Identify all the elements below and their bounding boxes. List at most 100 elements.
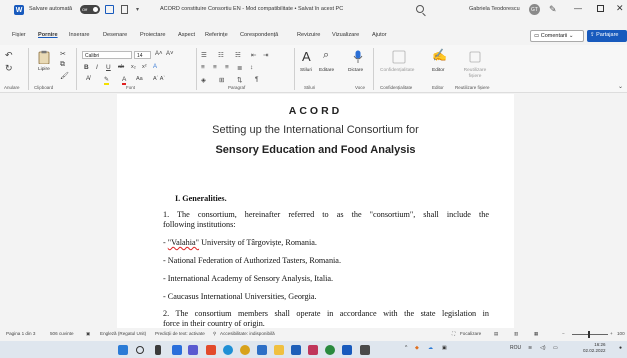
customize-toolbar-chevron-icon[interactable]: ▾ — [136, 6, 139, 13]
read-mode-icon[interactable]: ▤ — [494, 331, 498, 337]
paste-icon[interactable] — [37, 50, 51, 64]
notifications-icon[interactable]: ● — [619, 345, 622, 351]
zoom-slider-thumb[interactable] — [588, 331, 590, 338]
align-left-icon[interactable]: ≡ — [201, 64, 205, 71]
tab-draw[interactable]: Desenare — [103, 32, 127, 38]
italic-icon[interactable]: I — [96, 64, 98, 71]
search-icon[interactable] — [136, 346, 144, 354]
font-color-icon[interactable]: A — [122, 76, 127, 85]
tab-file[interactable]: Fișier — [12, 32, 26, 38]
comments-button[interactable]: ▭ Comentarii ⌄ — [530, 30, 584, 42]
document-canvas[interactable]: ACORD Setting up the International Conso… — [0, 94, 627, 328]
onedrive-icon[interactable]: ☁ — [428, 345, 433, 351]
tab-insert[interactable]: Inserare — [69, 32, 90, 38]
paint-icon[interactable] — [308, 345, 318, 355]
print-layout-icon[interactable]: ▥ — [514, 331, 518, 337]
page-count[interactable]: Pagina 1 din 3 — [6, 331, 35, 336]
avatar[interactable]: GT — [529, 4, 540, 15]
format-painter-icon[interactable]: 🖌 — [60, 72, 69, 80]
web-layout-icon[interactable]: ▦ — [534, 331, 538, 337]
office-icon[interactable] — [206, 345, 216, 355]
text-predictions-status[interactable]: Predicții de text: activate — [155, 331, 205, 336]
strikethrough-icon[interactable]: ab — [118, 64, 124, 70]
task-view-icon[interactable] — [155, 345, 161, 355]
find-icon[interactable]: ⌕ — [323, 49, 329, 62]
multilevel-list-icon[interactable]: ☵ — [235, 51, 241, 59]
teams-tray-icon[interactable]: ▣ — [442, 345, 447, 351]
sort-icon[interactable]: ⇅ — [237, 76, 242, 84]
superscript-icon[interactable]: x² — [142, 64, 147, 70]
font-size-select[interactable]: 14 — [134, 51, 151, 59]
tab-review[interactable]: Revizuire — [297, 32, 320, 38]
user-name[interactable]: Gabriela Teodorescu — [469, 6, 520, 12]
increase-indent-icon[interactable]: ⇥ — [263, 51, 268, 59]
tab-design[interactable]: Proiectare — [140, 32, 166, 38]
copy-icon[interactable]: ⧉ — [60, 61, 65, 69]
subscript-icon[interactable]: x₂ — [131, 64, 136, 70]
borders-icon[interactable]: ⊞ — [219, 76, 224, 84]
shrink-font-icon[interactable]: A˅ — [166, 51, 174, 57]
text-effects-icon[interactable]: A — [153, 64, 157, 70]
highlight-icon[interactable]: ✎ — [104, 76, 110, 85]
tab-layout[interactable]: Aspect — [178, 32, 195, 38]
tray-app-icon[interactable]: ◆ — [415, 345, 419, 351]
tab-help[interactable]: Ajutor — [372, 32, 387, 38]
browser-icon[interactable] — [325, 345, 335, 355]
document-page[interactable]: ACORD Setting up the International Conso… — [117, 94, 514, 328]
tab-references[interactable]: Referințe — [205, 32, 228, 38]
zoom-level[interactable]: 100 — [617, 331, 625, 336]
focus-button[interactable]: Focalizare — [460, 331, 481, 336]
redo-icon[interactable]: ↻ — [5, 63, 13, 74]
clock[interactable]: 16:26 02.02.2022 — [583, 342, 606, 354]
wifi-icon[interactable]: ≋ — [528, 345, 532, 351]
clear-formatting-icon[interactable]: A̸ — [86, 76, 90, 82]
search-icon[interactable] — [416, 5, 424, 13]
chrome-icon[interactable] — [240, 345, 250, 355]
tab-mailings[interactable]: Corespondență — [240, 32, 278, 38]
align-right-icon[interactable]: ≡ — [225, 64, 229, 71]
battery-icon[interactable]: ▭ — [553, 345, 558, 351]
calendar-icon[interactable] — [257, 345, 267, 355]
tab-view[interactable]: Vizualizare — [332, 32, 359, 38]
font-size-adjust-icon[interactable]: A´ A` — [153, 76, 165, 82]
zoom-out-icon[interactable]: − — [562, 331, 565, 336]
microphone-icon[interactable] — [351, 50, 365, 64]
justify-icon[interactable]: ≣ — [237, 64, 242, 72]
change-case-icon[interactable]: Aa — [136, 76, 143, 82]
align-center-icon[interactable]: ≡ — [213, 64, 217, 71]
app-icon[interactable] — [360, 345, 370, 355]
zoom-slider[interactable] — [572, 334, 608, 335]
underline-icon[interactable]: U — [106, 64, 111, 71]
styles-icon[interactable]: A — [302, 49, 311, 64]
edge-icon[interactable] — [223, 345, 233, 355]
word-taskbar-icon[interactable] — [342, 345, 352, 355]
volume-icon[interactable]: ◁) — [540, 345, 546, 351]
language-status[interactable]: Engleză (Regatul Unit) — [100, 331, 146, 336]
word-count[interactable]: 506 cuvinte — [50, 331, 74, 336]
collapse-ribbon-icon[interactable]: ⌄ — [618, 83, 623, 90]
close-icon[interactable]: ✕ — [616, 3, 624, 14]
proofing-icon[interactable]: ▣ — [86, 331, 90, 337]
bold-icon[interactable]: B — [84, 64, 89, 71]
editor-icon[interactable]: ✍ — [432, 48, 447, 62]
zoom-in-icon[interactable]: + — [610, 331, 613, 336]
minimize-icon[interactable]: — — [574, 4, 582, 13]
line-spacing-icon[interactable]: ↕ — [250, 64, 253, 71]
chat-icon[interactable] — [188, 345, 198, 355]
cut-icon[interactable]: ✂ — [60, 50, 66, 58]
save-icon[interactable] — [105, 5, 114, 14]
file-explorer-icon[interactable] — [274, 345, 284, 355]
start-menu-icon[interactable] — [118, 345, 128, 355]
widgets-icon[interactable] — [172, 345, 182, 355]
show-formatting-icon[interactable]: ¶ — [255, 76, 259, 83]
input-language[interactable]: ROU — [510, 345, 521, 351]
vertical-scrollbar[interactable] — [620, 94, 625, 328]
decrease-indent-icon[interactable]: ⇤ — [251, 51, 256, 59]
tab-home[interactable]: Pornire — [38, 32, 58, 38]
grow-font-icon[interactable]: A˄ — [155, 51, 163, 57]
share-button[interactable]: ⇪ Partajare — [587, 30, 627, 42]
undo-icon[interactable]: ↶ — [5, 50, 13, 61]
show-hidden-icons-icon[interactable]: ^ — [405, 345, 407, 351]
outlook-icon[interactable] — [291, 345, 301, 355]
bullets-icon[interactable]: ☰ — [201, 51, 207, 59]
